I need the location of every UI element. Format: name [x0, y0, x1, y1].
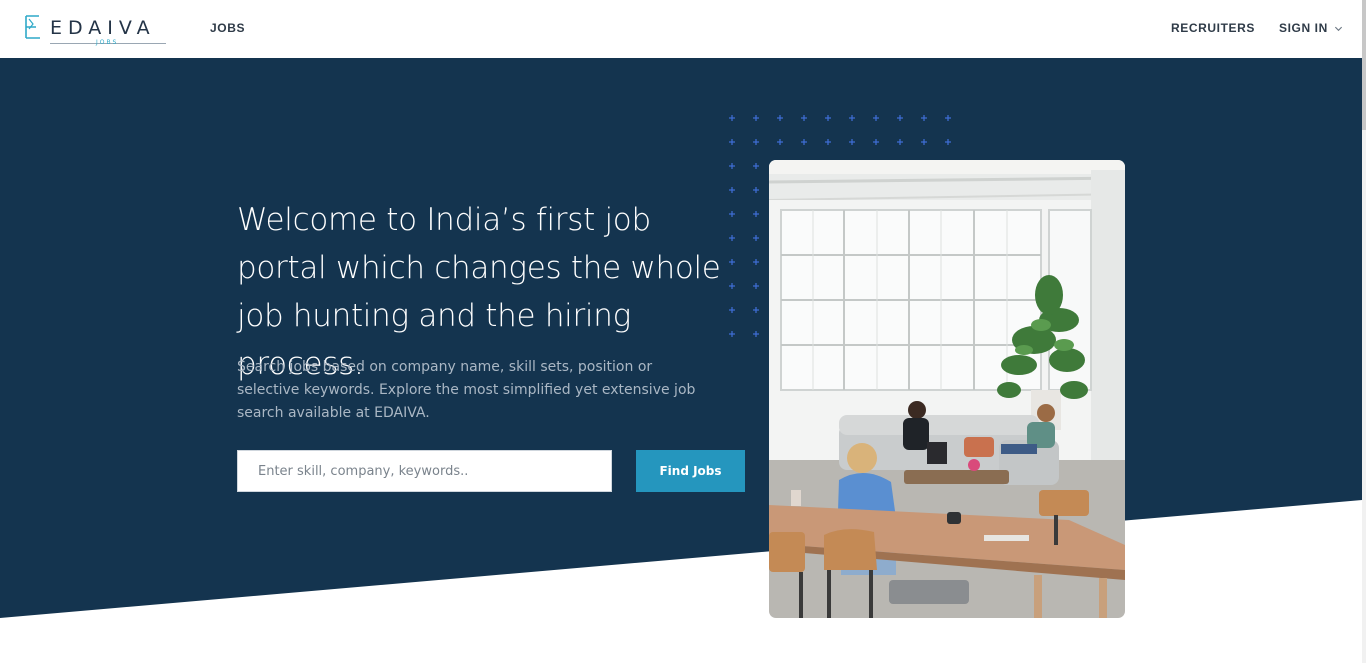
logo-subtext: JOBS	[96, 39, 119, 46]
hero-section: Welcome to India’s first job portal whic…	[0, 58, 1362, 618]
chevron-down-icon	[1334, 26, 1342, 31]
decorative-plus-mark	[873, 115, 879, 121]
office-photo	[769, 160, 1125, 618]
decorative-plus-mark	[753, 115, 759, 121]
decorative-plus-mark	[753, 259, 759, 265]
decorative-plus-mark	[897, 115, 903, 121]
decorative-plus-mark	[729, 139, 735, 145]
top-navbar: EDAIVA JOBS JOBS RECRUITERS SIGN IN	[0, 0, 1362, 58]
decorative-plus-mark	[849, 139, 855, 145]
decorative-plus-mark	[753, 211, 759, 217]
nav-signin-dropdown[interactable]: SIGN IN	[1279, 21, 1343, 35]
decorative-plus-mark	[729, 163, 735, 169]
decorative-plus-mark	[873, 139, 879, 145]
decorative-plus-mark	[753, 187, 759, 193]
decorative-plus-mark	[753, 331, 759, 337]
decorative-plus-mark	[801, 115, 807, 121]
decorative-plus-mark	[777, 115, 783, 121]
nav-jobs-link[interactable]: JOBS	[210, 21, 245, 35]
edaiva-logo-icon	[25, 15, 40, 39]
decorative-plus-mark	[849, 115, 855, 121]
job-search-input[interactable]	[237, 450, 612, 492]
decorative-plus-mark	[945, 115, 951, 121]
find-jobs-button[interactable]: Find Jobs	[636, 450, 745, 492]
decorative-plus-mark	[753, 139, 759, 145]
signin-label: SIGN IN	[1279, 21, 1328, 35]
scrollbar-thumb[interactable]	[1362, 0, 1366, 130]
hero-description: Search jobs based on company name, skill…	[237, 359, 696, 421]
decorative-plus-mark	[729, 115, 735, 121]
decorative-plus-mark	[897, 139, 903, 145]
decorative-plus-mark	[753, 283, 759, 289]
edaiva-logo[interactable]: EDAIVA JOBS	[24, 15, 166, 47]
decorative-plus-mark	[753, 235, 759, 241]
decorative-plus-mark	[753, 163, 759, 169]
decorative-plus-mark	[945, 139, 951, 145]
decorative-plus-mark	[921, 115, 927, 121]
decorative-plus-mark	[825, 115, 831, 121]
decorative-plus-mark	[801, 139, 807, 145]
decorative-plus-mark	[921, 139, 927, 145]
nav-recruiters-link[interactable]: RECRUITERS	[1171, 21, 1255, 35]
decorative-plus-mark	[777, 139, 783, 145]
logo-text: EDAIVA	[50, 17, 156, 39]
decorative-plus-mark	[753, 307, 759, 313]
decorative-plus-mark	[729, 187, 735, 193]
decorative-plus-mark	[825, 139, 831, 145]
page-scrollbar[interactable]	[1362, 0, 1366, 663]
